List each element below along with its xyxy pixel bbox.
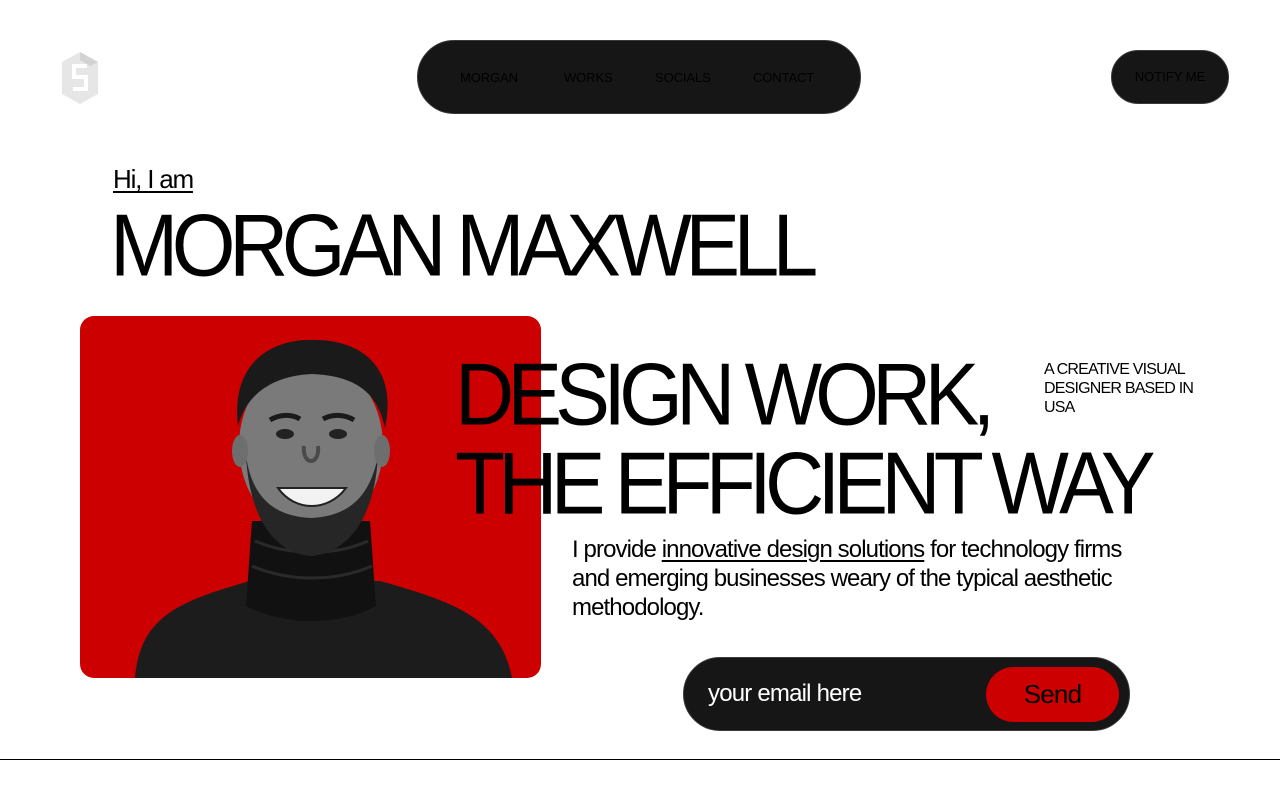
email-signup-form: Send	[683, 657, 1130, 731]
headline-line-2: THE EFFICIENT WAY	[455, 434, 1156, 533]
nav-link-socials[interactable]: SOCIALS	[655, 70, 711, 85]
headline-line-1: DESIGN WORK,	[455, 345, 995, 444]
main-nav: MORGAN WORKS SOCIALS CONTACT	[417, 40, 861, 114]
notify-me-button[interactable]: NOTIFY ME	[1111, 50, 1229, 104]
intro-paragraph: I provide innovative design solutions fo…	[572, 535, 1152, 622]
nav-link-morgan[interactable]: MORGAN	[460, 70, 518, 85]
intro-text-start: I provide	[572, 536, 662, 563]
hero-name: MORGAN MAXWELL	[110, 196, 818, 295]
creative-tagline: A CREATIVE VISUAL DESIGNER BASED IN USA	[1044, 361, 1194, 416]
greeting-text: Hi, I am	[113, 164, 194, 194]
nav-link-works[interactable]: WORKS	[564, 70, 613, 85]
send-button[interactable]: Send	[986, 667, 1119, 722]
nav-link-contact[interactable]: CONTACT	[753, 70, 814, 85]
innovative-solutions-link[interactable]: innovative design solutions	[662, 536, 925, 563]
section-divider	[0, 759, 1280, 760]
logo-icon[interactable]	[60, 50, 100, 106]
email-input[interactable]	[708, 674, 978, 714]
